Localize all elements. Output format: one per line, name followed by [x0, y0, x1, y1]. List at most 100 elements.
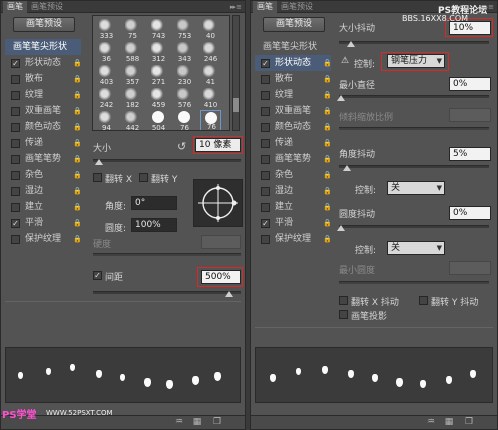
lock-icon[interactable]: 🔒 [323, 107, 332, 115]
option-checkbox[interactable] [11, 75, 20, 84]
brush-tip-cell[interactable]: 504 [148, 110, 169, 130]
angle-jitter-slider[interactable] [339, 165, 489, 168]
option-checkbox[interactable]: ✓ [261, 219, 270, 228]
open-preset-manager-icon[interactable]: ▦ [191, 417, 203, 428]
sidebar-item[interactable]: ✓ 形状动态 🔒 [255, 55, 332, 71]
size-jitter-slider[interactable] [339, 41, 489, 44]
sidebar-item[interactable]: 纹理 🔒 [255, 87, 332, 103]
brush-tip-cell[interactable]: 36 [96, 41, 117, 64]
open-preset-manager-icon[interactable]: ▦ [443, 417, 455, 428]
sidebar-item[interactable]: 保护纹理 🔒 [255, 231, 332, 247]
min-diameter-slider[interactable] [339, 95, 489, 98]
lock-icon[interactable]: 🔒 [73, 91, 82, 99]
brush-tip-cell[interactable]: 246 [200, 41, 221, 64]
angle-jitter-input[interactable]: 5% [449, 147, 491, 161]
brush-tip-cell[interactable]: 576 [174, 87, 195, 110]
lock-icon[interactable]: 🔒 [73, 59, 82, 67]
brush-tip-cell[interactable]: 182 [122, 87, 143, 110]
angle-input[interactable]: 0° [131, 196, 177, 210]
sidebar-item[interactable]: 双重画笔 🔒 [5, 103, 82, 119]
scrollbar-thumb[interactable] [233, 98, 239, 112]
lock-icon[interactable]: 🔒 [73, 139, 82, 147]
control3-select[interactable]: 关 ▼ [387, 241, 445, 255]
lock-icon[interactable]: 🔒 [323, 123, 332, 131]
control2-select[interactable]: 关 ▼ [387, 181, 445, 195]
brush-tip-cell[interactable]: 753 [174, 18, 195, 41]
spacing-slider-thumb[interactable] [225, 291, 233, 297]
brush-grid-scrollbar[interactable] [232, 15, 240, 131]
sidebar-item[interactable]: ✓ 形状动态 🔒 [5, 55, 82, 71]
option-checkbox[interactable] [261, 171, 270, 180]
option-checkbox[interactable] [11, 171, 20, 180]
option-checkbox[interactable] [261, 123, 270, 132]
brush-tip-cell[interactable]: 41 [200, 64, 221, 87]
option-checkbox[interactable] [11, 123, 20, 132]
sidebar-item[interactable]: ✓ 平滑 🔒 [255, 215, 332, 231]
brush-tip-cell[interactable]: 40 [200, 18, 221, 41]
option-checkbox[interactable]: ✓ [11, 59, 20, 68]
lock-icon[interactable]: 🔒 [323, 155, 332, 163]
toggle-bristle-preview-icon[interactable]: ♒ [173, 417, 185, 428]
brush-presets-button[interactable]: 画笔预设 [13, 17, 75, 32]
tab-brush[interactable]: 画笔 [253, 1, 277, 13]
brush-tip-cell[interactable]: 743 [148, 18, 169, 41]
flip-y-jitter-checkbox[interactable] [419, 296, 428, 305]
brush-tip-cell[interactable]: 76 [200, 110, 221, 130]
spacing-checkbox[interactable]: ✓ [93, 271, 102, 280]
sidebar-item[interactable]: 保护纹理 🔒 [5, 231, 82, 247]
lock-icon[interactable]: 🔒 [73, 235, 82, 243]
option-checkbox[interactable] [261, 107, 270, 116]
option-checkbox[interactable]: ✓ [261, 59, 270, 68]
option-checkbox[interactable] [11, 139, 20, 148]
option-checkbox[interactable] [261, 75, 270, 84]
option-checkbox[interactable] [11, 203, 20, 212]
brush-tip-cell[interactable]: 312 [148, 41, 169, 64]
size-slider[interactable] [93, 159, 241, 162]
lock-icon[interactable]: 🔒 [323, 139, 332, 147]
lock-icon[interactable]: 🔒 [323, 75, 332, 83]
size-slider-thumb[interactable] [95, 159, 103, 165]
option-checkbox[interactable] [11, 91, 20, 100]
brush-tip-cell[interactable]: 76 [174, 110, 195, 130]
brush-tip-cell[interactable]: 230 [174, 64, 195, 87]
size-jitter-slider-thumb[interactable] [347, 41, 355, 47]
tab-brush-presets[interactable]: 画笔预设 [277, 1, 317, 13]
brush-tip-cell[interactable]: 94 [96, 110, 117, 130]
roundness-jitter-input[interactable]: 0% [449, 206, 491, 220]
sidebar-item[interactable]: 湿边 🔒 [5, 183, 82, 199]
sidebar-item[interactable]: 杂色 🔒 [255, 167, 332, 183]
sidebar-item[interactable]: 建立 🔒 [255, 199, 332, 215]
sidebar-item[interactable]: 双重画笔 🔒 [255, 103, 332, 119]
lock-icon[interactable]: 🔒 [73, 155, 82, 163]
brush-tip-cell[interactable]: 459 [148, 87, 169, 110]
reset-icon[interactable]: ↺ [177, 140, 186, 153]
flip-y-checkbox[interactable] [139, 173, 148, 182]
brush-tip-cell[interactable]: 588 [122, 41, 143, 64]
brush-tip-cell[interactable]: 410 [200, 87, 221, 110]
lock-icon[interactable]: 🔒 [323, 219, 332, 227]
option-checkbox[interactable] [261, 91, 270, 100]
sidebar-item[interactable]: 散布 🔒 [5, 71, 82, 87]
tab-brush[interactable]: 画笔 [3, 1, 27, 13]
lock-icon[interactable]: 🔒 [73, 123, 82, 131]
brush-tip-cell[interactable]: 343 [174, 41, 195, 64]
new-brush-icon[interactable]: ❐ [463, 417, 475, 428]
lock-icon[interactable]: 🔒 [323, 187, 332, 195]
brush-tip-cell[interactable]: 242 [96, 87, 117, 110]
flip-x-jitter-checkbox[interactable] [339, 296, 348, 305]
min-diameter-slider-thumb[interactable] [337, 95, 345, 101]
sidebar-item[interactable]: 传递 🔒 [255, 135, 332, 151]
brush-tip-cell[interactable]: 357 [122, 64, 143, 87]
new-brush-icon[interactable]: ❐ [211, 417, 223, 428]
sidebar-item[interactable]: 建立 🔒 [5, 199, 82, 215]
lock-icon[interactable]: 🔒 [323, 91, 332, 99]
brush-tip-cell[interactable]: 75 [122, 18, 143, 41]
sidebar-item[interactable]: 杂色 🔒 [5, 167, 82, 183]
brush-presets-button[interactable]: 画笔预设 [263, 17, 325, 32]
sidebar-item[interactable]: 颜色动态 🔒 [5, 119, 82, 135]
sidebar-item[interactable]: 画笔笔尖形状 [255, 39, 331, 55]
option-checkbox[interactable] [11, 107, 20, 116]
option-checkbox[interactable]: ✓ [11, 219, 20, 228]
option-checkbox[interactable] [11, 155, 20, 164]
roundness-input[interactable]: 100% [131, 218, 177, 232]
